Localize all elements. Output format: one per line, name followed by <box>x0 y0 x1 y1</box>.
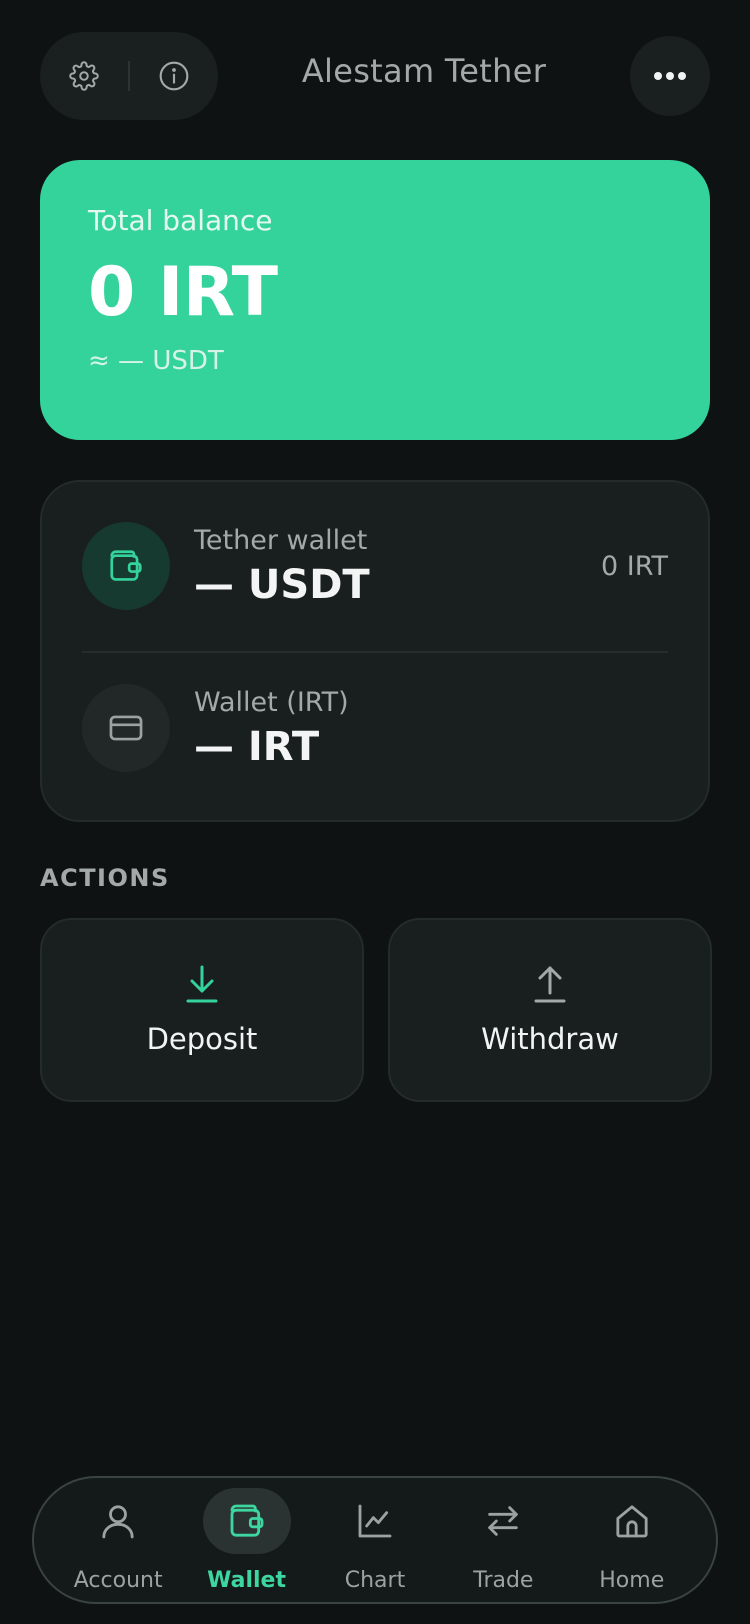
wallet-icon <box>110 550 142 581</box>
wallet-divider <box>82 651 668 653</box>
nav-item-home[interactable]: Home <box>572 1488 692 1593</box>
home-icon <box>616 1504 648 1537</box>
more-button[interactable] <box>630 36 710 116</box>
swap-icon <box>488 1505 519 1536</box>
nav-item-trade[interactable]: Trade <box>443 1488 563 1593</box>
chart-icon <box>358 1504 392 1537</box>
card-icon <box>109 715 143 741</box>
bottom-navigation: Account Wallet Chart Trade Home <box>32 1476 718 1604</box>
app-title: Alestam Tether <box>301 52 547 90</box>
header-icon-group <box>40 32 218 120</box>
withdraw-label: Withdraw <box>481 1022 619 1056</box>
nav-label: Home <box>599 1567 665 1593</box>
more-horizontal-icon <box>654 72 686 80</box>
nav-item-account[interactable]: Account <box>58 1488 178 1593</box>
withdraw-button[interactable]: Withdraw <box>388 918 712 1102</box>
wallet-amount: — USDT <box>194 561 370 608</box>
nav-item-chart[interactable]: Chart <box>315 1488 435 1593</box>
wallet-name: Tether wallet <box>194 524 368 556</box>
wallet-row-tether[interactable]: Tether wallet — USDT 0 IRT <box>82 506 668 626</box>
upload-icon <box>534 966 566 1003</box>
deposit-button[interactable]: Deposit <box>40 918 364 1102</box>
download-icon <box>186 965 218 1003</box>
balance-amount: 0 IRT <box>88 253 278 332</box>
nav-label: Account <box>73 1567 163 1593</box>
nav-label: Chart <box>344 1567 406 1593</box>
wallets-card: Tether wallet — USDT 0 IRT Wallet (IRT) … <box>40 480 710 822</box>
card-icon-badge <box>82 684 170 772</box>
info-button[interactable] <box>158 60 190 92</box>
wallet-value: 0 IRT <box>600 550 668 582</box>
header-divider <box>128 61 130 91</box>
gear-icon <box>69 61 99 91</box>
wallet-name: Wallet (IRT) <box>194 686 349 718</box>
deposit-label: Deposit <box>146 1022 258 1056</box>
settings-button[interactable] <box>68 60 100 92</box>
wallet-icon-badge <box>82 522 170 610</box>
wallet-row-irt[interactable]: Wallet (IRT) — IRT <box>82 668 668 788</box>
nav-item-wallet[interactable]: Wallet <box>187 1487 307 1593</box>
user-icon <box>102 1504 134 1538</box>
balance-label: Total balance <box>88 204 273 237</box>
wallet-screen: Alestam Tether Total balance 0 IRT ≈ — U… <box>0 0 750 1624</box>
wallet-amount: — IRT <box>194 723 320 770</box>
total-balance-card: Total balance 0 IRT ≈ — USDT <box>40 160 710 440</box>
info-icon <box>159 61 189 91</box>
actions-section-title: ACTIONS <box>40 864 170 892</box>
nav-label: Trade <box>473 1567 534 1593</box>
nav-label: Wallet <box>207 1567 286 1593</box>
wallet-icon <box>230 1504 263 1537</box>
balance-approx: ≈ — USDT <box>88 346 224 376</box>
